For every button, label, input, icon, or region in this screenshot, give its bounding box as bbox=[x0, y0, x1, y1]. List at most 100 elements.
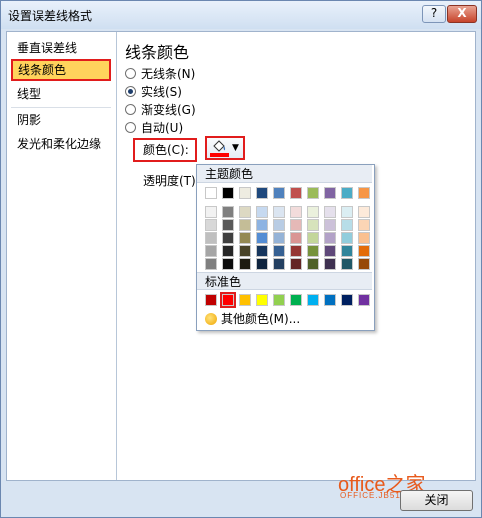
help-button[interactable]: ? bbox=[422, 5, 446, 23]
theme-shade-swatch[interactable] bbox=[358, 245, 370, 257]
theme-shade-swatch[interactable] bbox=[222, 219, 234, 231]
theme-shade-swatch[interactable] bbox=[324, 258, 336, 270]
theme-shade-swatch[interactable] bbox=[222, 232, 234, 244]
theme-color-swatch[interactable] bbox=[324, 187, 336, 199]
palette-icon bbox=[205, 313, 217, 325]
radio-label: 自动(U) bbox=[141, 121, 184, 135]
standard-color-swatch[interactable] bbox=[256, 294, 268, 306]
theme-shade-swatch[interactable] bbox=[256, 219, 268, 231]
color-picker-button[interactable]: ▼ bbox=[205, 136, 245, 160]
theme-color-swatch[interactable] bbox=[290, 187, 302, 199]
nav-item-vertical-error-bars[interactable]: 垂直误差线 bbox=[11, 37, 111, 59]
theme-shade-swatch[interactable] bbox=[307, 206, 319, 218]
theme-shade-swatch[interactable] bbox=[205, 219, 217, 231]
theme-shade-swatch[interactable] bbox=[222, 206, 234, 218]
theme-shade-swatch[interactable] bbox=[324, 245, 336, 257]
nav-item-line-style[interactable]: 线型 bbox=[11, 83, 111, 105]
theme-shade-swatch[interactable] bbox=[341, 219, 353, 231]
color-dropdown: 主题颜色 标准色 其他颜色(M)... bbox=[196, 164, 375, 331]
more-colors-item[interactable]: 其他颜色(M)... bbox=[205, 311, 300, 327]
standard-color-swatch[interactable] bbox=[307, 294, 319, 306]
nav-item-shadow[interactable]: 阴影 bbox=[11, 109, 111, 131]
theme-shade-swatch[interactable] bbox=[324, 206, 336, 218]
theme-shade-swatch[interactable] bbox=[341, 245, 353, 257]
theme-color-swatch[interactable] bbox=[222, 187, 234, 199]
radio-solid-line[interactable]: 实线(S) bbox=[125, 84, 182, 100]
theme-shade-swatch[interactable] bbox=[324, 219, 336, 231]
theme-shade-swatch[interactable] bbox=[358, 258, 370, 270]
standard-colors-header: 标准色 bbox=[197, 272, 372, 290]
theme-shade-swatch[interactable] bbox=[307, 232, 319, 244]
theme-shade-swatch[interactable] bbox=[324, 232, 336, 244]
nav-divider bbox=[11, 107, 111, 108]
theme-shade-swatch[interactable] bbox=[222, 245, 234, 257]
theme-shade-swatch[interactable] bbox=[222, 258, 234, 270]
radio-button[interactable] bbox=[125, 68, 136, 79]
theme-shade-swatch[interactable] bbox=[205, 206, 217, 218]
theme-shade-swatch[interactable] bbox=[307, 219, 319, 231]
theme-shade-swatch[interactable] bbox=[239, 219, 251, 231]
theme-shade-swatch[interactable] bbox=[205, 232, 217, 244]
paint-bucket-icon bbox=[213, 140, 226, 152]
theme-shade-swatch[interactable] bbox=[290, 245, 302, 257]
theme-shade-swatch[interactable] bbox=[358, 232, 370, 244]
radio-no-line[interactable]: 无线条(N) bbox=[125, 66, 195, 82]
theme-shade-swatch[interactable] bbox=[290, 206, 302, 218]
theme-shade-swatch[interactable] bbox=[358, 219, 370, 231]
more-colors-label: 其他颜色(M)... bbox=[221, 312, 301, 326]
theme-shade-swatch[interactable] bbox=[256, 245, 268, 257]
nav-item-line-color[interactable]: 线条颜色 bbox=[11, 59, 111, 81]
theme-shade-swatch[interactable] bbox=[290, 258, 302, 270]
theme-shade-swatch[interactable] bbox=[341, 232, 353, 244]
radio-automatic[interactable]: 自动(U) bbox=[125, 120, 183, 136]
standard-color-swatch[interactable] bbox=[290, 294, 302, 306]
standard-color-swatch[interactable] bbox=[324, 294, 336, 306]
theme-shade-swatch[interactable] bbox=[239, 232, 251, 244]
theme-shade-swatch[interactable] bbox=[239, 206, 251, 218]
theme-shade-swatch[interactable] bbox=[290, 219, 302, 231]
theme-shade-swatch[interactable] bbox=[205, 258, 217, 270]
standard-color-swatch[interactable] bbox=[273, 294, 285, 306]
radio-button[interactable] bbox=[125, 86, 136, 97]
nav-item-glow-soft-edges[interactable]: 发光和柔化边缘 bbox=[11, 133, 111, 155]
theme-shade-swatch[interactable] bbox=[256, 206, 268, 218]
theme-shade-swatch[interactable] bbox=[256, 232, 268, 244]
title-close-button[interactable]: X bbox=[447, 5, 477, 23]
theme-shade-swatch[interactable] bbox=[273, 245, 285, 257]
theme-color-swatch[interactable] bbox=[205, 187, 217, 199]
theme-color-swatch[interactable] bbox=[358, 187, 370, 199]
theme-shade-swatch[interactable] bbox=[341, 206, 353, 218]
standard-color-swatch[interactable] bbox=[220, 292, 236, 308]
theme-shade-swatch[interactable] bbox=[307, 245, 319, 257]
title-bar: 设置误差线格式 ? X bbox=[1, 1, 481, 29]
theme-color-swatch[interactable] bbox=[307, 187, 319, 199]
theme-shade-swatch[interactable] bbox=[273, 258, 285, 270]
theme-shade-swatch[interactable] bbox=[239, 245, 251, 257]
radio-label: 实线(S) bbox=[141, 85, 182, 99]
standard-color-swatch[interactable] bbox=[239, 294, 251, 306]
theme-color-swatch[interactable] bbox=[341, 187, 353, 199]
radio-button[interactable] bbox=[125, 104, 136, 115]
dropdown-arrow-icon: ▼ bbox=[232, 143, 239, 153]
radio-label: 无线条(N) bbox=[141, 67, 196, 81]
radio-button[interactable] bbox=[125, 122, 136, 133]
theme-shade-swatch[interactable] bbox=[205, 245, 217, 257]
theme-shade-swatch[interactable] bbox=[273, 219, 285, 231]
theme-shade-swatch[interactable] bbox=[256, 258, 268, 270]
theme-shade-swatch[interactable] bbox=[341, 258, 353, 270]
theme-color-swatch[interactable] bbox=[256, 187, 268, 199]
theme-shade-swatch[interactable] bbox=[239, 258, 251, 270]
theme-shade-swatch[interactable] bbox=[273, 232, 285, 244]
standard-color-swatch[interactable] bbox=[341, 294, 353, 306]
theme-shade-swatch[interactable] bbox=[273, 206, 285, 218]
theme-shade-swatch[interactable] bbox=[290, 232, 302, 244]
standard-color-swatch[interactable] bbox=[205, 294, 217, 306]
theme-shade-swatch[interactable] bbox=[307, 258, 319, 270]
radio-gradient-line[interactable]: 渐变线(G) bbox=[125, 102, 196, 118]
close-button[interactable]: 关闭 bbox=[400, 490, 473, 511]
standard-color-swatch[interactable] bbox=[358, 294, 370, 306]
transparency-label: 透明度(T): bbox=[143, 174, 200, 188]
theme-color-swatch[interactable] bbox=[273, 187, 285, 199]
theme-shade-swatch[interactable] bbox=[358, 206, 370, 218]
theme-color-swatch[interactable] bbox=[239, 187, 251, 199]
